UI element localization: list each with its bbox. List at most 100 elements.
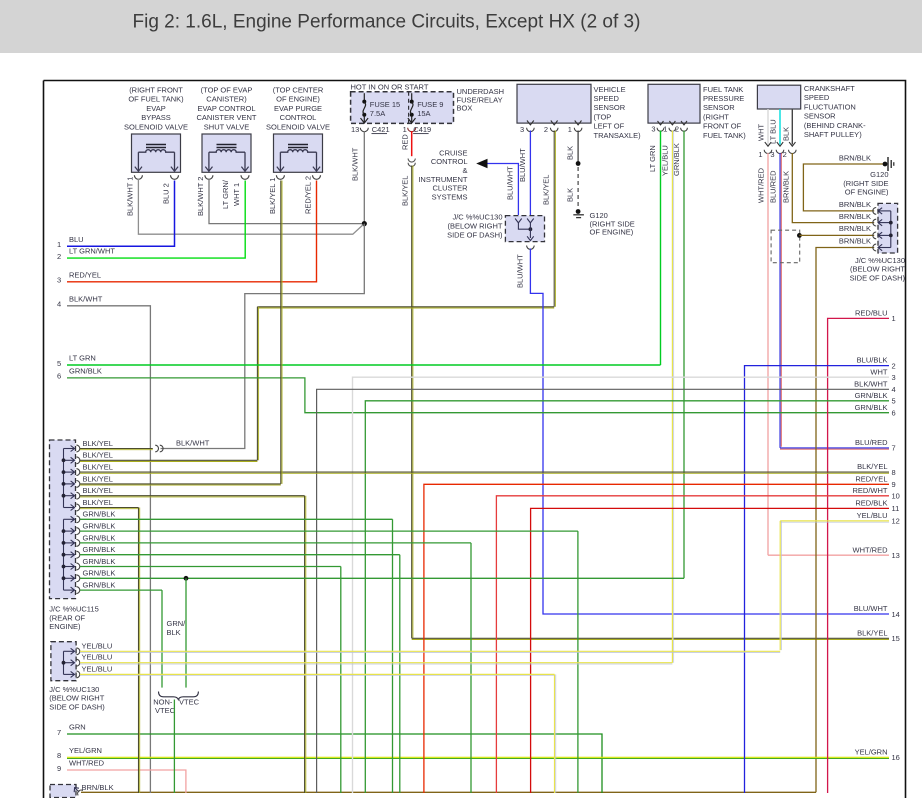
svg-text:GRN/BLK: GRN/BLK xyxy=(83,533,116,542)
svg-text:1: 1 xyxy=(892,314,896,323)
svg-text:BRN/BLK: BRN/BLK xyxy=(839,212,871,221)
svg-text:BLK/WHT: BLK/WHT xyxy=(854,379,888,388)
svg-text:YEL/BLU: YEL/BLU xyxy=(82,641,113,650)
svg-text:SOLENOID VALVE: SOLENOID VALVE xyxy=(124,122,188,131)
svg-text:BLU: BLU xyxy=(69,235,84,244)
svg-text:GRN/BLK: GRN/BLK xyxy=(672,143,681,176)
svg-text:3: 3 xyxy=(520,125,524,134)
svg-text:INSTRUMENT: INSTRUMENT xyxy=(418,175,468,184)
svg-text:BLK/WHT 2: BLK/WHT 2 xyxy=(196,177,205,216)
svg-text:BRN/BLK: BRN/BLK xyxy=(82,783,114,792)
svg-text:BRN/BLK: BRN/BLK xyxy=(839,224,871,233)
svg-text:12: 12 xyxy=(892,517,900,526)
svg-text:SPEED: SPEED xyxy=(804,93,830,102)
svg-text:FUSE 15: FUSE 15 xyxy=(370,100,400,109)
svg-text:GRN/BLK: GRN/BLK xyxy=(83,510,116,519)
svg-text:EVAP: EVAP xyxy=(146,104,165,113)
svg-text:GRN/BLK: GRN/BLK xyxy=(855,403,888,412)
svg-text:YEL/BLU: YEL/BLU xyxy=(82,653,113,662)
svg-text:3: 3 xyxy=(57,276,61,285)
svg-text:(BELOW RIGHT: (BELOW RIGHT xyxy=(850,265,905,274)
svg-text:EVAP PURGE: EVAP PURGE xyxy=(274,104,322,113)
svg-text:(BELOW RIGHT: (BELOW RIGHT xyxy=(49,694,104,703)
svg-text:LT BLU: LT BLU xyxy=(768,119,777,144)
svg-text:2: 2 xyxy=(675,124,679,133)
svg-text:(TOP: (TOP xyxy=(594,112,612,121)
svg-text:RED/YEL 2: RED/YEL 2 xyxy=(304,176,313,214)
svg-text:BLU/WHT: BLU/WHT xyxy=(505,166,514,200)
svg-text:SPEED: SPEED xyxy=(594,94,620,103)
svg-text:13: 13 xyxy=(351,125,359,134)
svg-text:LEFT OF: LEFT OF xyxy=(594,122,625,131)
svg-text:BLK/YEL: BLK/YEL xyxy=(857,462,887,471)
svg-text:J/C %%UC130: J/C %%UC130 xyxy=(49,685,99,694)
svg-text:HOT IN ON OR START: HOT IN ON OR START xyxy=(351,83,429,92)
svg-text:OF ENGINE): OF ENGINE) xyxy=(845,188,889,197)
svg-text:CLUSTER: CLUSTER xyxy=(432,184,468,193)
svg-text:SIDE OF DASH): SIDE OF DASH) xyxy=(49,703,105,712)
svg-text:2: 2 xyxy=(544,125,548,134)
svg-text:5: 5 xyxy=(892,397,896,406)
svg-text:BLK/WHT: BLK/WHT xyxy=(176,438,210,447)
svg-text:4: 4 xyxy=(57,300,61,309)
svg-text:BLK/YEL 1: BLK/YEL 1 xyxy=(268,178,277,214)
svg-text:BLU/WHT: BLU/WHT xyxy=(854,604,888,613)
svg-text:WHT/RED: WHT/RED xyxy=(756,167,765,203)
svg-text:SENSOR: SENSOR xyxy=(703,103,735,112)
svg-text:(BEHIND CRANK-: (BEHIND CRANK- xyxy=(804,121,866,130)
svg-text:2: 2 xyxy=(57,252,61,261)
svg-text:J/C %%UC115: J/C %%UC115 xyxy=(49,605,98,614)
svg-text:7: 7 xyxy=(57,728,61,737)
svg-text:7: 7 xyxy=(892,444,896,453)
svg-text:4: 4 xyxy=(892,385,896,394)
svg-text:RED/YEL: RED/YEL xyxy=(855,474,887,483)
svg-text:CRANKSHAFT: CRANKSHAFT xyxy=(804,84,855,93)
svg-text:BLK/WHT: BLK/WHT xyxy=(350,147,359,181)
svg-text:J/C %%UC130: J/C %%UC130 xyxy=(452,213,502,222)
svg-text:LT GRN/WHT: LT GRN/WHT xyxy=(69,247,115,256)
svg-text:GRN/BLK: GRN/BLK xyxy=(83,522,116,531)
svg-text:WHT/RED: WHT/RED xyxy=(853,545,889,554)
svg-text:FUSE 9: FUSE 9 xyxy=(417,100,443,109)
svg-text:(TOP CENTER: (TOP CENTER xyxy=(273,85,324,94)
svg-text:&: & xyxy=(462,166,467,175)
svg-text:BLU/RED: BLU/RED xyxy=(855,438,888,447)
svg-text:CONTROL: CONTROL xyxy=(280,113,317,122)
svg-text:9: 9 xyxy=(57,764,61,773)
svg-text:FRONT OF: FRONT OF xyxy=(703,122,742,131)
svg-text:CONTROL: CONTROL xyxy=(431,157,468,166)
svg-text:BLK/YEL: BLK/YEL xyxy=(401,176,410,206)
svg-text:YEL/BLU: YEL/BLU xyxy=(857,511,888,520)
svg-text:15: 15 xyxy=(892,634,900,643)
svg-text:RED: RED xyxy=(400,134,409,150)
svg-text:LT GRN: LT GRN xyxy=(648,145,657,172)
svg-text:8: 8 xyxy=(57,751,61,760)
svg-text:LT GRN: LT GRN xyxy=(69,354,96,363)
svg-text:BLK/WHT: BLK/WHT xyxy=(69,294,103,303)
svg-text:PRESSURE: PRESSURE xyxy=(703,94,744,103)
svg-text:VTEC: VTEC xyxy=(155,706,176,715)
svg-text:SHUT VALVE: SHUT VALVE xyxy=(204,122,249,131)
svg-text:BLK/YEL: BLK/YEL xyxy=(83,463,113,472)
svg-text:BLK/YEL: BLK/YEL xyxy=(542,175,551,205)
svg-text:WHT: WHT xyxy=(870,367,887,376)
svg-text:BLK: BLK xyxy=(566,146,575,160)
svg-text:VEHICLE: VEHICLE xyxy=(594,85,626,94)
svg-text:1: 1 xyxy=(758,150,762,159)
svg-text:BLK: BLK xyxy=(566,188,575,202)
svg-text:CANISTER VENT: CANISTER VENT xyxy=(196,113,256,122)
svg-text:BLU/WHT: BLU/WHT xyxy=(518,148,527,182)
svg-text:GRN/BLK: GRN/BLK xyxy=(83,581,116,590)
svg-text:BLU/RED: BLU/RED xyxy=(768,170,777,203)
svg-text:BLK/WHT 1: BLK/WHT 1 xyxy=(125,177,134,216)
svg-text:RED/BLK: RED/BLK xyxy=(855,499,887,508)
svg-text:(TOP OF EVAP: (TOP OF EVAP xyxy=(201,85,253,94)
svg-text:(BELOW RIGHT: (BELOW RIGHT xyxy=(447,222,502,231)
svg-text:OF ENGINE): OF ENGINE) xyxy=(590,228,634,237)
svg-text:RED/BLU: RED/BLU xyxy=(855,309,888,318)
svg-text:BYPASS: BYPASS xyxy=(141,113,170,122)
svg-text:J/C %%UC130: J/C %%UC130 xyxy=(855,256,905,265)
svg-text:YEL/GRN: YEL/GRN xyxy=(69,746,102,755)
svg-text:6: 6 xyxy=(892,409,896,418)
svg-text:BLK/YEL: BLK/YEL xyxy=(83,439,113,448)
